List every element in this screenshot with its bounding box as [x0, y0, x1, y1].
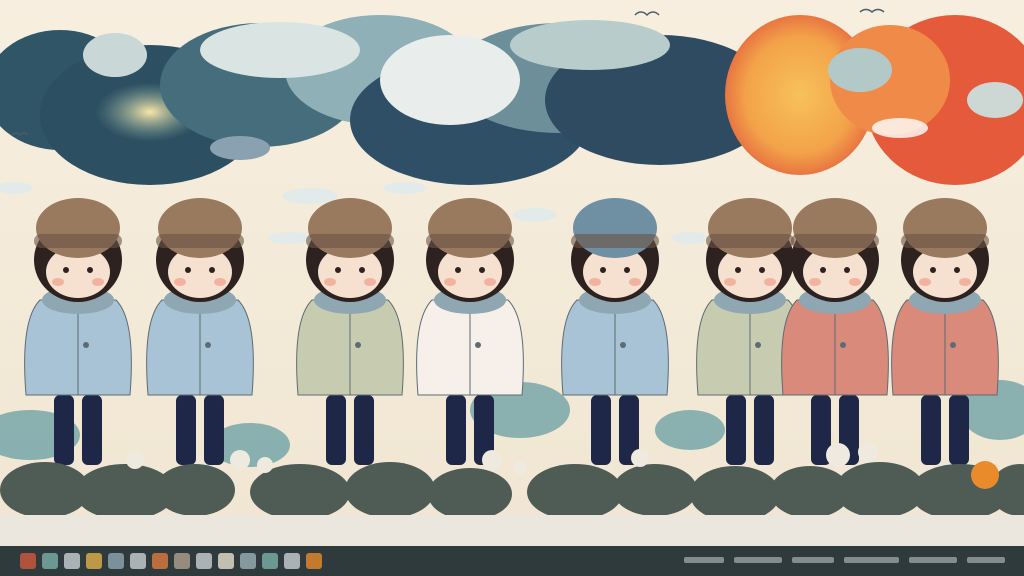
ornament-icon	[306, 553, 322, 569]
fan-icon	[196, 553, 212, 569]
illustration-scene	[0, 0, 1024, 576]
illustration-canvas	[0, 0, 1024, 546]
cup-icon	[86, 553, 102, 569]
bird-icon	[64, 553, 80, 569]
icon-strip	[0, 546, 1024, 576]
spark-icon	[218, 553, 234, 569]
flame-icon	[152, 553, 168, 569]
foreground-snow	[0, 515, 1024, 546]
strip-text-marks	[684, 554, 1014, 566]
tree-icon	[262, 553, 278, 569]
icon-row	[0, 553, 322, 569]
fish-icon	[130, 553, 146, 569]
flower-icon	[20, 553, 36, 569]
wheel-icon	[240, 553, 256, 569]
leaf-icon	[42, 553, 58, 569]
orange-ornament	[971, 461, 999, 489]
bottle-icon	[174, 553, 190, 569]
cloud-icon	[284, 553, 300, 569]
cloud-band	[0, 15, 775, 185]
plant-icon	[108, 553, 124, 569]
